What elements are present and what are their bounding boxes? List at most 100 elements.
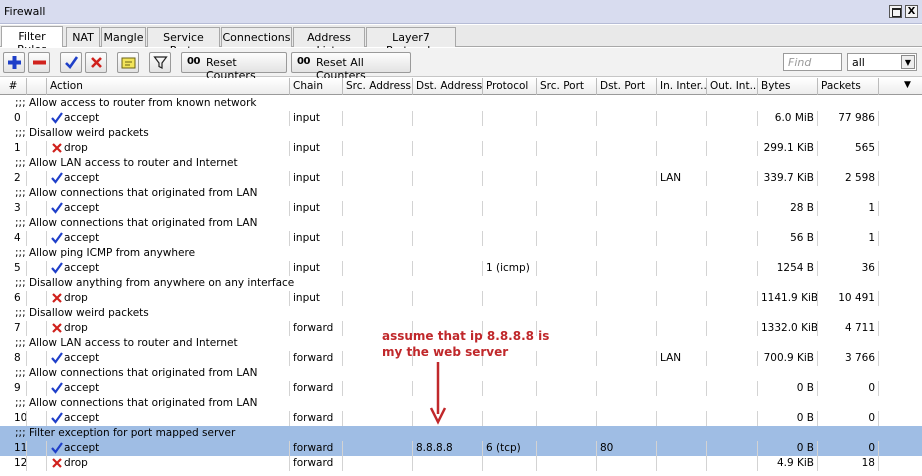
rule-src-port (537, 261, 597, 276)
tab-bar: Filter Rules NAT Mangle Service Ports Co… (0, 25, 922, 57)
col-bytes[interactable]: Bytes (758, 78, 818, 95)
table-row[interactable]: 0 accept input 6.0 MiB 77 986 (0, 111, 922, 126)
rule-chain: input (290, 231, 343, 246)
table-row[interactable]: 6 drop input 1141.9 KiB 10 491 (0, 291, 922, 306)
comment-row[interactable]: ;;; Allow connections that originated fr… (0, 366, 922, 381)
tab-address-lists[interactable]: Address Lists (293, 27, 365, 57)
accept-check-icon (51, 352, 63, 364)
rule-bytes: 1332.0 KiB (758, 321, 818, 336)
table-row[interactable]: 5 accept input 1 (icmp) 1254 B 36 (0, 261, 922, 276)
accept-check-icon (51, 232, 63, 244)
comment-button[interactable] (117, 52, 139, 73)
col-packets[interactable]: Packets (818, 78, 879, 95)
add-button[interactable] (3, 52, 25, 73)
col-num[interactable]: # (0, 78, 27, 95)
rule-action: drop (47, 456, 290, 471)
rule-dst-port (597, 201, 657, 216)
find-input[interactable]: Find (783, 53, 842, 71)
rule-chain: input (290, 291, 343, 306)
comment-row[interactable]: ;;; Filter exception for port mapped ser… (0, 426, 922, 441)
comment-row[interactable]: ;;; Allow LAN access to router and Inter… (0, 156, 922, 171)
comment-row[interactable]: ;;; Disallow weird packets (0, 126, 922, 141)
rule-dst-address (413, 411, 483, 426)
table-row[interactable]: 4 accept input 56 B1 (0, 231, 922, 246)
table-row[interactable]: 3 accept input 28 B1 (0, 201, 922, 216)
rule-number: 4 (0, 231, 27, 246)
filter-button[interactable] (149, 52, 171, 73)
column-menu-icon[interactable]: ▼ (904, 80, 911, 90)
rule-number: 0 (0, 111, 27, 126)
close-button[interactable]: X (905, 5, 918, 18)
filter-select[interactable]: all ▼ (847, 53, 917, 71)
rule-chain: forward (290, 381, 343, 396)
rule-flags (27, 351, 47, 366)
rule-chain: input (290, 261, 343, 276)
col-protocol[interactable]: Protocol (483, 78, 537, 95)
col-in-interface[interactable]: In. Inter... (657, 78, 707, 95)
table-row[interactable]: 2 accept input LAN 339.7 KiB 2 598 (0, 171, 922, 186)
rule-bytes: 700.9 KiB (758, 351, 818, 366)
tab-filter-rules[interactable]: Filter Rules (1, 26, 63, 56)
table-row[interactable]: 9 accept forward 0 B0 (0, 381, 922, 396)
rule-comment: ;;; Allow connections that originated fr… (15, 187, 258, 199)
col-chain[interactable]: Chain (290, 78, 343, 95)
comment-row[interactable]: ;;; Allow connections that originated fr… (0, 186, 922, 201)
tab-nat[interactable]: NAT (66, 27, 100, 47)
drop-x-icon (52, 143, 62, 153)
comment-row[interactable]: ;;; Allow access to router from known ne… (0, 96, 922, 111)
rule-action: accept (47, 231, 290, 246)
comment-row[interactable]: ;;; Disallow weird packets (0, 306, 922, 321)
accept-check-icon (51, 112, 63, 124)
rule-number: 5 (0, 261, 27, 276)
table-row[interactable]: 11 accept forward 8.8.8.8 6 (tcp) 80 0 B0 (0, 441, 922, 456)
drop-x-icon (52, 293, 62, 303)
remove-button[interactable] (28, 52, 50, 73)
tab-connections[interactable]: Connections (221, 27, 292, 47)
disable-button[interactable] (85, 52, 107, 73)
table-row[interactable]: 10 accept forward 0 B0 (0, 411, 922, 426)
rule-bytes: 299.1 KiB (758, 141, 818, 156)
tab-layer7-protocols[interactable]: Layer7 Protocols (366, 27, 456, 57)
rule-flags (27, 291, 47, 306)
rule-in-interface (657, 321, 707, 336)
rule-bytes: 339.7 KiB (758, 171, 818, 186)
enable-button[interactable] (60, 52, 82, 73)
comment-row[interactable]: ;;; Allow ping ICMP from anywhere (0, 246, 922, 261)
tab-mangle[interactable]: Mangle (101, 27, 146, 47)
rule-flags (27, 201, 47, 216)
chevron-down-icon[interactable]: ▼ (901, 55, 915, 69)
rules-table: # Action Chain Src. Address Dst. Address… (0, 78, 922, 476)
reset-all-counters-button[interactable]: 00 Reset All Counters (291, 52, 411, 82)
col-action[interactable]: Action (47, 78, 290, 95)
comment-row[interactable]: ;;; Allow connections that originated fr… (0, 396, 922, 411)
rule-in-interface (657, 261, 707, 276)
rule-out-interface (707, 411, 758, 426)
col-flags[interactable] (27, 78, 47, 95)
rule-protocol (483, 411, 537, 426)
maximize-button[interactable] (889, 5, 902, 18)
col-src-port[interactable]: Src. Port (537, 78, 597, 95)
rule-flags (27, 231, 47, 246)
rule-chain: forward (290, 441, 343, 456)
tab-service-ports[interactable]: Service Ports (147, 27, 220, 57)
comment-row[interactable]: ;;; Allow connections that originated fr… (0, 216, 922, 231)
col-dst-port[interactable]: Dst. Port (597, 78, 657, 95)
col-out-interface[interactable]: Out. Int... (707, 78, 758, 95)
comment-row[interactable]: ;;; Disallow anything from anywhere on a… (0, 276, 922, 291)
rule-out-interface (707, 321, 758, 336)
rule-flags (27, 141, 47, 156)
col-src-address[interactable]: Src. Address (343, 78, 413, 95)
reset-counters-button[interactable]: 00 Reset Counters (181, 52, 287, 82)
accept-check-icon (51, 382, 63, 394)
rule-number: 1 (0, 141, 27, 156)
rule-packets: 2 598 (818, 171, 879, 186)
table-row[interactable]: 12 drop forward 4.9 KiB 18 (0, 456, 922, 471)
rule-protocol (483, 291, 537, 306)
rule-in-interface: LAN (657, 171, 707, 186)
rule-in-interface (657, 291, 707, 306)
drop-x-icon (52, 458, 62, 468)
accept-check-icon (51, 202, 63, 214)
col-dst-address[interactable]: Dst. Address (413, 78, 483, 95)
table-row[interactable]: 1 drop input 299.1 KiB 565 (0, 141, 922, 156)
rule-action-label: accept (64, 262, 100, 274)
